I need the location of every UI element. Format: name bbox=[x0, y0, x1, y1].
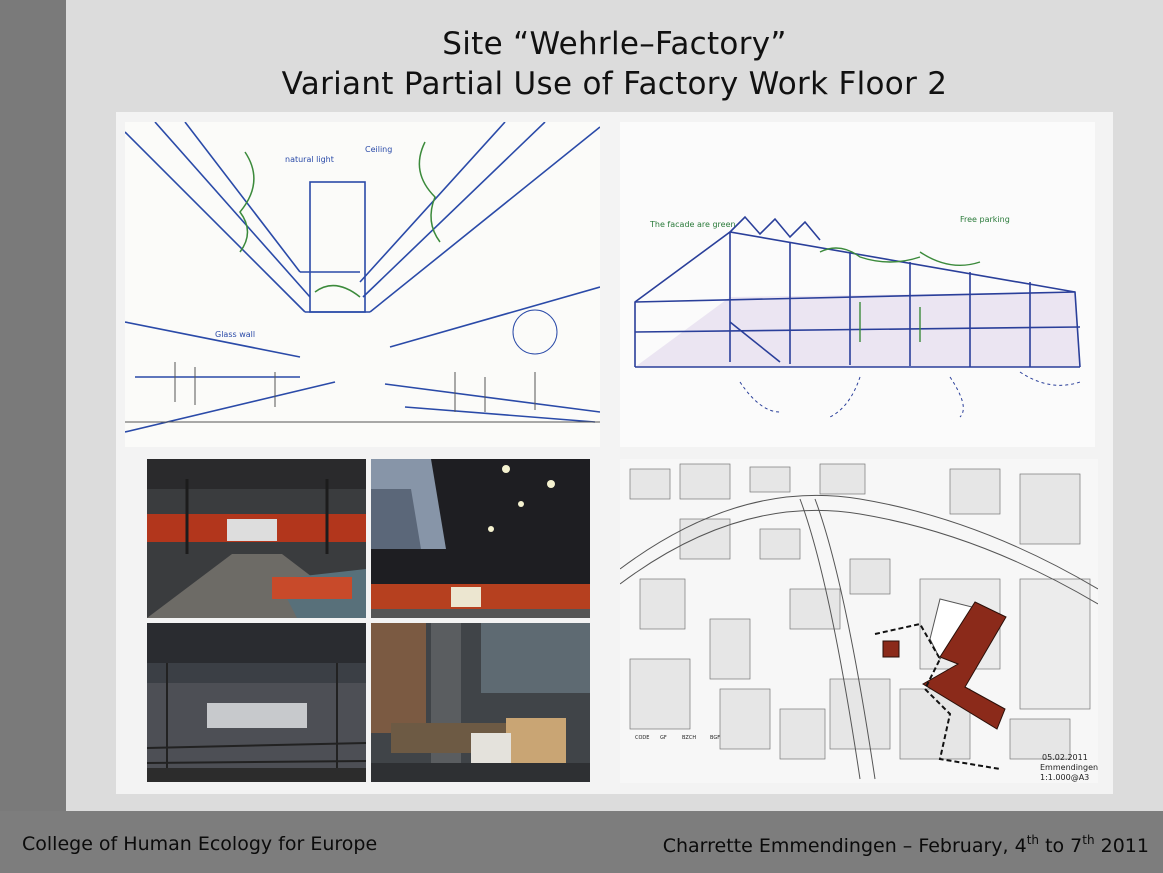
footer-sup-2: th bbox=[1082, 833, 1095, 847]
slide-title-line-1: Site “Wehrle–Factory” bbox=[442, 26, 787, 62]
exterior-structure-sketch: The facade are green Free parking bbox=[620, 122, 1095, 447]
svg-text:CODE: CODE bbox=[635, 735, 649, 741]
footer-organization: College of Human Ecology for Europe bbox=[22, 833, 378, 855]
svg-text:BZCH: BZCH bbox=[682, 735, 696, 741]
svg-text:Glass wall: Glass wall bbox=[215, 330, 255, 339]
factory-hall-photo-4 bbox=[371, 623, 590, 782]
map-scale: 1:1.000@A3 bbox=[1040, 773, 1089, 782]
factory-hall-photo-3 bbox=[147, 623, 366, 782]
svg-text:GF: GF bbox=[660, 735, 667, 741]
map-date: 05.02.2011 bbox=[1042, 753, 1088, 762]
site-cadastral-map: CODE GF BZCH BGF 05.02.2011 Emmendingen 2 1… bbox=[620, 459, 1098, 783]
footer-event-mid: to 7 bbox=[1039, 835, 1083, 857]
slide-title: Site “Wehrle–Factory” Variant Partial Us… bbox=[66, 24, 1163, 104]
slide-title-line-2: Variant Partial Use of Factory Work Floo… bbox=[281, 66, 948, 102]
svg-text:The facade are green: The facade are green bbox=[649, 220, 736, 229]
footer-event-suffix: 2011 bbox=[1094, 835, 1149, 857]
interior-perspective-sketch: natural light Ceiling Glass wall bbox=[125, 122, 600, 447]
footer-sup-1: th bbox=[1026, 833, 1040, 847]
left-gray-band bbox=[0, 0, 66, 811]
factory-hall-photo-1 bbox=[147, 459, 366, 618]
footer-event-prefix: Charrette Emmendingen – February, 4 bbox=[662, 835, 1027, 857]
map-place: Emmendingen 2 bbox=[1040, 763, 1098, 772]
footer-event: Charrette Emmendingen – February, 4th to… bbox=[663, 833, 1149, 857]
svg-text:Free parking: Free parking bbox=[960, 215, 1010, 224]
factory-hall-photo-2 bbox=[371, 459, 590, 618]
svg-text:natural light: natural light bbox=[285, 155, 334, 164]
svg-text:BGF: BGF bbox=[710, 735, 720, 741]
svg-text:Ceiling: Ceiling bbox=[365, 145, 392, 154]
